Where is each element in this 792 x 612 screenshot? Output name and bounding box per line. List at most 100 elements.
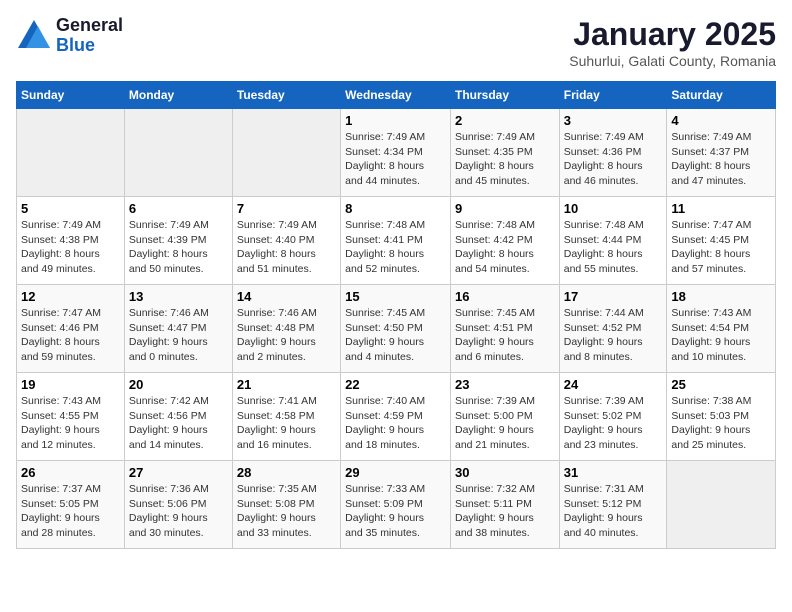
day-number: 21	[237, 377, 336, 392]
logo: General Blue	[16, 16, 123, 56]
day-number: 20	[129, 377, 228, 392]
header-day: Friday	[559, 82, 667, 109]
day-info: Sunrise: 7:48 AM Sunset: 4:42 PM Dayligh…	[455, 218, 555, 277]
day-info: Sunrise: 7:38 AM Sunset: 5:03 PM Dayligh…	[671, 394, 771, 453]
day-info: Sunrise: 7:37 AM Sunset: 5:05 PM Dayligh…	[21, 482, 120, 541]
calendar-cell: 18Sunrise: 7:43 AM Sunset: 4:54 PM Dayli…	[667, 285, 776, 373]
day-info: Sunrise: 7:48 AM Sunset: 4:41 PM Dayligh…	[345, 218, 446, 277]
day-number: 11	[671, 201, 771, 216]
header-row: SundayMondayTuesdayWednesdayThursdayFrid…	[17, 82, 776, 109]
calendar-cell: 4 Sunrise: 7:49 AM Sunset: 4:37 PM Daylig…	[667, 109, 776, 197]
day-info: Sunrise: 7:32 AM Sunset: 5:11 PM Dayligh…	[455, 482, 555, 541]
day-number: 26	[21, 465, 120, 480]
day-number: 28	[237, 465, 336, 480]
calendar-cell	[232, 109, 340, 197]
day-number: 2	[455, 113, 555, 128]
calendar-cell: 27 Sunrise: 7:36 AM Sunset: 5:06 PM Dayli…	[124, 461, 232, 549]
day-info: Sunrise: 7:47 AM Sunset: 4:45 PM Dayligh…	[671, 218, 771, 277]
calendar-cell: 17 Sunrise: 7:44 AM Sunset: 4:52 PM Dayli…	[559, 285, 667, 373]
calendar-cell: 6 Sunrise: 7:49 AM Sunset: 4:39 PM Daylig…	[124, 197, 232, 285]
logo-icon	[16, 18, 52, 54]
day-info: Sunrise: 7:49 AM Sunset: 4:36 PM Dayligh…	[564, 130, 663, 189]
calendar-cell: 28 Sunrise: 7:35 AM Sunset: 5:08 PM Dayli…	[232, 461, 340, 549]
calendar-cell: 29Sunrise: 7:33 AM Sunset: 5:09 PM Dayli…	[341, 461, 451, 549]
day-number: 10	[564, 201, 663, 216]
logo-text: General Blue	[56, 16, 123, 56]
calendar-cell: 3 Sunrise: 7:49 AM Sunset: 4:36 PM Daylig…	[559, 109, 667, 197]
day-number: 15	[345, 289, 446, 304]
calendar-table: SundayMondayTuesdayWednesdayThursdayFrid…	[16, 81, 776, 549]
month-title: January 2025	[569, 16, 776, 53]
day-number: 3	[564, 113, 663, 128]
day-info: Sunrise: 7:49 AM Sunset: 4:37 PM Dayligh…	[671, 130, 771, 189]
page-header: General Blue January 2025 Suhurlui, Gala…	[16, 16, 776, 69]
day-number: 12	[21, 289, 120, 304]
calendar-cell: 22 Sunrise: 7:40 AM Sunset: 4:59 PM Dayli…	[341, 373, 451, 461]
day-number: 30	[455, 465, 555, 480]
day-number: 23	[455, 377, 555, 392]
header-day: Monday	[124, 82, 232, 109]
calendar-cell	[17, 109, 125, 197]
day-number: 17	[564, 289, 663, 304]
day-number: 16	[455, 289, 555, 304]
day-info: Sunrise: 7:49 AM Sunset: 4:35 PM Dayligh…	[455, 130, 555, 189]
day-number: 4	[671, 113, 771, 128]
day-number: 31	[564, 465, 663, 480]
day-info: Sunrise: 7:46 AM Sunset: 4:48 PM Dayligh…	[237, 306, 336, 365]
day-info: Sunrise: 7:44 AM Sunset: 4:52 PM Dayligh…	[564, 306, 663, 365]
day-number: 19	[21, 377, 120, 392]
calendar-week-row: 5 Sunrise: 7:49 AM Sunset: 4:38 PM Daylig…	[17, 197, 776, 285]
day-number: 25	[671, 377, 771, 392]
day-number: 27	[129, 465, 228, 480]
day-info: Sunrise: 7:36 AM Sunset: 5:06 PM Dayligh…	[129, 482, 228, 541]
day-info: Sunrise: 7:45 AM Sunset: 4:50 PM Dayligh…	[345, 306, 446, 365]
calendar-cell: 11 Sunrise: 7:47 AM Sunset: 4:45 PM Dayli…	[667, 197, 776, 285]
calendar-cell: 13 Sunrise: 7:46 AM Sunset: 4:47 PM Dayli…	[124, 285, 232, 373]
day-info: Sunrise: 7:49 AM Sunset: 4:34 PM Dayligh…	[345, 130, 446, 189]
day-number: 22	[345, 377, 446, 392]
header-day: Saturday	[667, 82, 776, 109]
day-info: Sunrise: 7:41 AM Sunset: 4:58 PM Dayligh…	[237, 394, 336, 453]
day-number: 18	[671, 289, 771, 304]
day-number: 14	[237, 289, 336, 304]
calendar-cell: 25 Sunrise: 7:38 AM Sunset: 5:03 PM Dayli…	[667, 373, 776, 461]
day-number: 5	[21, 201, 120, 216]
day-number: 8	[345, 201, 446, 216]
day-info: Sunrise: 7:35 AM Sunset: 5:08 PM Dayligh…	[237, 482, 336, 541]
day-number: 1	[345, 113, 446, 128]
calendar-week-row: 12Sunrise: 7:47 AM Sunset: 4:46 PM Dayli…	[17, 285, 776, 373]
calendar-cell: 7 Sunrise: 7:49 AM Sunset: 4:40 PM Daylig…	[232, 197, 340, 285]
day-info: Sunrise: 7:40 AM Sunset: 4:59 PM Dayligh…	[345, 394, 446, 453]
day-number: 13	[129, 289, 228, 304]
header-day: Tuesday	[232, 82, 340, 109]
day-info: Sunrise: 7:48 AM Sunset: 4:44 PM Dayligh…	[564, 218, 663, 277]
day-info: Sunrise: 7:49 AM Sunset: 4:40 PM Dayligh…	[237, 218, 336, 277]
calendar-cell: 23Sunrise: 7:39 AM Sunset: 5:00 PM Dayli…	[450, 373, 559, 461]
day-number: 29	[345, 465, 446, 480]
calendar-cell: 10 Sunrise: 7:48 AM Sunset: 4:44 PM Dayli…	[559, 197, 667, 285]
day-info: Sunrise: 7:39 AM Sunset: 5:02 PM Dayligh…	[564, 394, 663, 453]
day-info: Sunrise: 7:46 AM Sunset: 4:47 PM Dayligh…	[129, 306, 228, 365]
day-info: Sunrise: 7:43 AM Sunset: 4:55 PM Dayligh…	[21, 394, 120, 453]
day-info: Sunrise: 7:49 AM Sunset: 4:39 PM Dayligh…	[129, 218, 228, 277]
calendar-cell: 30 Sunrise: 7:32 AM Sunset: 5:11 PM Dayli…	[450, 461, 559, 549]
header-day: Sunday	[17, 82, 125, 109]
header-day: Thursday	[450, 82, 559, 109]
calendar-cell	[667, 461, 776, 549]
calendar-cell: 8 Sunrise: 7:48 AM Sunset: 4:41 PM Daylig…	[341, 197, 451, 285]
day-number: 24	[564, 377, 663, 392]
day-info: Sunrise: 7:49 AM Sunset: 4:38 PM Dayligh…	[21, 218, 120, 277]
location-subtitle: Suhurlui, Galati County, Romania	[569, 53, 776, 69]
calendar-cell: 2 Sunrise: 7:49 AM Sunset: 4:35 PM Daylig…	[450, 109, 559, 197]
calendar-cell: 15 Sunrise: 7:45 AM Sunset: 4:50 PM Dayli…	[341, 285, 451, 373]
day-info: Sunrise: 7:42 AM Sunset: 4:56 PM Dayligh…	[129, 394, 228, 453]
header-day: Wednesday	[341, 82, 451, 109]
day-number: 6	[129, 201, 228, 216]
day-number: 7	[237, 201, 336, 216]
calendar-cell: 12Sunrise: 7:47 AM Sunset: 4:46 PM Dayli…	[17, 285, 125, 373]
calendar-cell: 16Sunrise: 7:45 AM Sunset: 4:51 PM Dayli…	[450, 285, 559, 373]
day-info: Sunrise: 7:31 AM Sunset: 5:12 PM Dayligh…	[564, 482, 663, 541]
day-number: 9	[455, 201, 555, 216]
calendar-cell: 31 Sunrise: 7:31 AM Sunset: 5:12 PM Dayli…	[559, 461, 667, 549]
calendar-cell: 14 Sunrise: 7:46 AM Sunset: 4:48 PM Dayli…	[232, 285, 340, 373]
